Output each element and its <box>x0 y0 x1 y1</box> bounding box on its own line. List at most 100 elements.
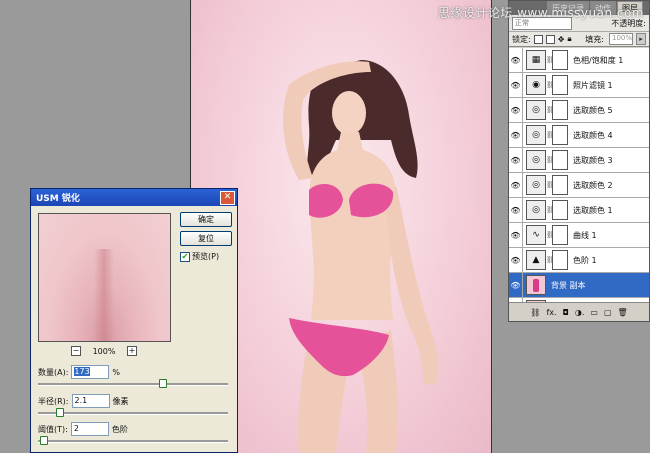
layer-name: 选取颜色 3 <box>573 155 613 165</box>
watermark: 思缘设计论坛 www.missyuan.com <box>437 6 644 20</box>
eye-icon[interactable]: 👁︎ <box>509 248 523 272</box>
eye-icon[interactable]: 👁︎ <box>509 273 523 297</box>
layer-row[interactable]: 👁︎ ∿ ⛓︎ 曲线 1 <box>509 223 649 248</box>
new-layer-icon[interactable]: ▢ <box>604 308 612 317</box>
preview-checkbox[interactable]: ✔ <box>180 251 190 262</box>
amount-unit: % <box>112 367 121 377</box>
threshold-row: 阈值(T): 2 色阶 <box>38 422 128 436</box>
eye-icon[interactable]: 👁︎ <box>509 298 523 302</box>
zoom-level: 100% <box>92 346 116 356</box>
eye-icon[interactable]: 👁︎ <box>509 148 523 172</box>
layer-mask[interactable] <box>552 100 568 120</box>
layer-row[interactable]: 👁︎ ▲ ⛓︎ 色阶 1 <box>509 248 649 273</box>
layer-row[interactable]: 👁︎ ◎ ⛓︎ 选取颜色 4 <box>509 123 649 148</box>
layer-mask[interactable] <box>552 225 568 245</box>
eye-icon[interactable]: 👁︎ <box>509 123 523 147</box>
selective-color-icon: ◎ <box>526 100 546 120</box>
eye-icon[interactable]: 👁︎ <box>509 198 523 222</box>
preview-area[interactable] <box>38 213 171 342</box>
selective-color-icon: ◎ <box>526 175 546 195</box>
lock-all-icon[interactable]: 🔒︎ <box>567 34 571 44</box>
threshold-slider[interactable] <box>38 436 228 445</box>
close-icon[interactable]: ✕ <box>220 190 235 205</box>
add-mask-icon[interactable]: ◘ <box>563 308 569 317</box>
layer-mask[interactable] <box>552 250 568 270</box>
hue-saturation-icon: ▦ <box>526 50 546 70</box>
layer-mask[interactable] <box>552 175 568 195</box>
eye-icon[interactable]: 👁︎ <box>509 223 523 247</box>
threshold-input[interactable]: 2 <box>70 422 109 436</box>
threshold-unit: 色阶 <box>111 424 128 434</box>
layer-row[interactable]: 👁︎ 背景 🔒︎ <box>509 298 649 302</box>
photo-icon <box>526 275 546 295</box>
radius-input[interactable]: 2.1 <box>71 394 110 408</box>
radius-label: 半径(R): <box>38 396 69 406</box>
layer-name: 色相/饱和度 1 <box>573 55 624 65</box>
fx-icon[interactable]: fx. <box>546 308 556 317</box>
ok-button[interactable]: 确定 <box>180 212 232 227</box>
adjustment-layer-icon[interactable]: ◑. <box>575 308 585 317</box>
photo-icon <box>526 300 546 302</box>
layer-row[interactable]: 👁︎ ◎ ⛓︎ 选取颜色 1 <box>509 198 649 223</box>
radius-row: 半径(R): 2.1 像素 <box>38 394 129 408</box>
eye-icon[interactable]: 👁︎ <box>509 173 523 197</box>
link-layers-icon[interactable]: ⛓︎ <box>530 308 540 317</box>
preview-checkbox-row: ✔ 预览(P) <box>180 251 219 262</box>
preview-label: 预览(P) <box>192 252 220 261</box>
selective-color-icon: ◎ <box>526 200 546 220</box>
threshold-label: 阈值(T): <box>38 424 68 434</box>
photo-filter-icon: ◉ <box>526 75 546 95</box>
dialog-titlebar[interactable]: USM 锐化 ✕ <box>31 189 237 206</box>
layer-mask[interactable] <box>552 50 568 70</box>
lock-row: 锁定: ✥ 🔒︎ 填充: 100% ▸ <box>509 32 649 47</box>
layer-name: 选取颜色 1 <box>573 205 613 215</box>
lock-transparent-icon[interactable] <box>533 34 543 44</box>
lock-pixels-icon[interactable] <box>545 34 555 44</box>
lock-position-icon[interactable]: ✥ <box>558 35 565 44</box>
zoom-in-icon[interactable]: + <box>127 346 137 356</box>
panel-bottom-bar: ⛓︎ fx. ◘ ◑. ▭ ▢ 🗑︎ <box>509 304 649 321</box>
amount-slider-thumb[interactable] <box>159 379 168 388</box>
layer-mask[interactable] <box>552 200 568 220</box>
threshold-slider-thumb[interactable] <box>39 436 48 445</box>
selective-color-icon: ◎ <box>526 150 546 170</box>
layers-list: 👁︎ ▦ ⛓︎ 色相/饱和度 1 👁︎ ◉ ⛓︎ 照片滤镜 1 👁︎ ◎ ⛓︎ … <box>509 48 649 303</box>
radius-slider-thumb[interactable] <box>56 408 65 417</box>
layer-mask[interactable] <box>552 75 568 95</box>
zoom-row: − 100% + <box>71 346 137 356</box>
dialog-title: USM 锐化 <box>36 194 80 204</box>
fill-label: 填充: <box>585 34 604 44</box>
amount-slider[interactable] <box>38 379 228 388</box>
lock-label: 锁定: <box>512 34 531 44</box>
radius-slider[interactable] <box>38 408 228 417</box>
eye-icon[interactable]: 👁︎ <box>509 48 523 72</box>
new-group-icon[interactable]: ▭ <box>590 308 598 317</box>
layer-row[interactable]: 👁︎ ◉ ⛓︎ 照片滤镜 1 <box>509 73 649 98</box>
amount-label: 数量(A): <box>38 367 69 377</box>
layer-name: 照片滤镜 1 <box>573 80 613 90</box>
layer-row[interactable]: 👁︎ ▦ ⛓︎ 色相/饱和度 1 <box>509 48 649 73</box>
layer-name: 选取颜色 4 <box>573 130 613 140</box>
layer-row[interactable]: 👁︎ ◎ ⛓︎ 选取颜色 3 <box>509 148 649 173</box>
fill-input[interactable]: 100% <box>609 33 633 45</box>
layer-name: 背景 副本 <box>551 280 586 290</box>
layers-panel: 历史记录 动作 图层 正常 不透明度: 锁定: ✥ 🔒︎ 填充: 100% ▸ … <box>508 0 650 322</box>
layer-name: 选取颜色 2 <box>573 180 613 190</box>
usm-sharpen-dialog: USM 锐化 ✕ − 100% + 确定 复位 ✔ 预览(P) 数量(A): 1… <box>30 188 238 453</box>
levels-icon: ▲ <box>526 250 546 270</box>
amount-input[interactable]: 173 <box>71 365 110 379</box>
trash-icon[interactable]: 🗑︎ <box>618 308 628 317</box>
layer-mask[interactable] <box>552 125 568 145</box>
layer-row[interactable]: 👁︎ ◎ ⛓︎ 选取颜色 5 <box>509 98 649 123</box>
eye-icon[interactable]: 👁︎ <box>509 73 523 97</box>
curves-icon: ∿ <box>526 225 546 245</box>
fill-arrow-icon[interactable]: ▸ <box>636 33 646 45</box>
zoom-out-icon[interactable]: − <box>71 346 81 356</box>
reset-button[interactable]: 复位 <box>180 231 232 246</box>
eye-icon[interactable]: 👁︎ <box>509 98 523 122</box>
layer-name: 曲线 1 <box>573 230 597 240</box>
selective-color-icon: ◎ <box>526 125 546 145</box>
layer-row-selected[interactable]: 👁︎ 背景 副本 <box>509 273 649 298</box>
layer-row[interactable]: 👁︎ ◎ ⛓︎ 选取颜色 2 <box>509 173 649 198</box>
layer-mask[interactable] <box>552 150 568 170</box>
